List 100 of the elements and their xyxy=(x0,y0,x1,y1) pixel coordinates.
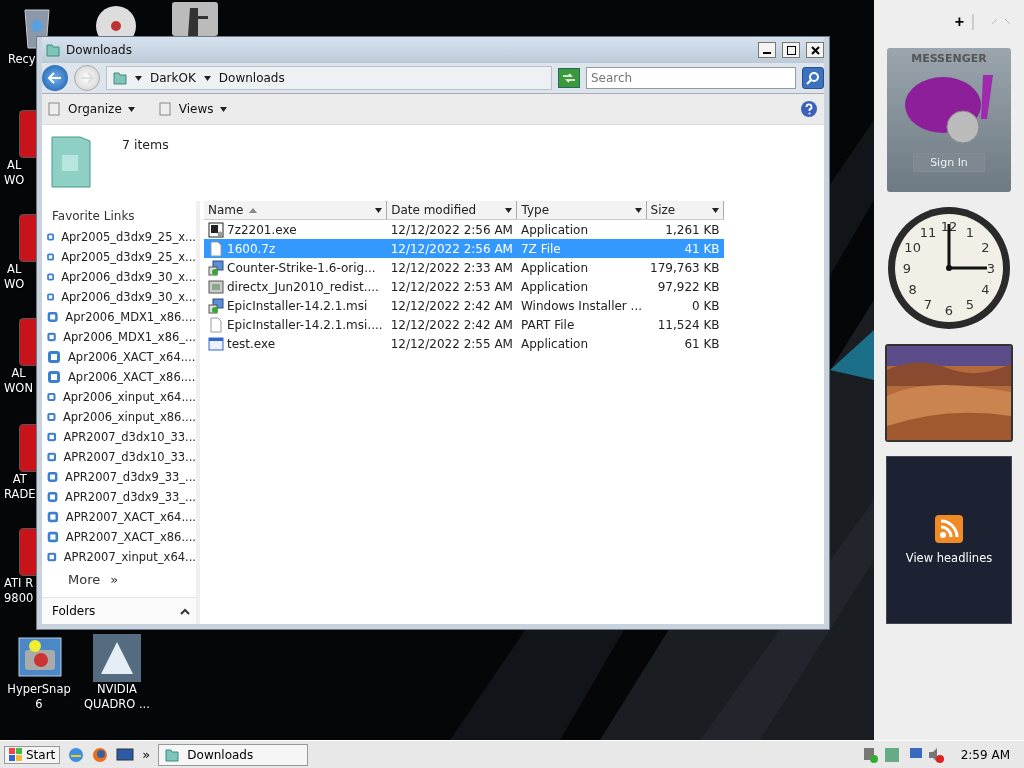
maximize-button[interactable] xyxy=(782,42,800,58)
favorite-link[interactable]: APR2007_xinput_x64... xyxy=(42,547,196,567)
start-button[interactable]: Start xyxy=(4,745,61,764)
table-cell: 12/12/2022 2:56 AM xyxy=(386,219,517,239)
favorite-link[interactable]: Apr2006_d3dx9_30_x... xyxy=(42,267,196,287)
column-header[interactable]: Date modified xyxy=(386,201,517,220)
clock-numeral: 9 xyxy=(902,261,912,276)
clock-numeral: 11 xyxy=(919,224,937,240)
table-cell-text: 11,524 KB xyxy=(656,316,721,334)
caret-icon[interactable] xyxy=(203,75,211,81)
file-icon xyxy=(208,316,224,333)
favorite-link[interactable]: APR2007_d3dx9_33_... xyxy=(42,467,196,487)
setup-package-icon xyxy=(46,529,60,545)
favorite-link[interactable]: APR2007_XACT_x86.... xyxy=(42,527,196,547)
file-name[interactable]: EpicInstaller-14.2.1.msi xyxy=(204,296,387,315)
favorite-link[interactable]: Apr2006_xinput_x64.... xyxy=(42,387,196,407)
search-field[interactable]: Search xyxy=(586,67,796,89)
clock-numeral: 6 xyxy=(944,303,954,318)
rss-icon xyxy=(935,515,963,543)
table-cell: 179,763 KB xyxy=(646,258,724,277)
help-icon[interactable] xyxy=(800,100,818,118)
caret-icon[interactable] xyxy=(505,207,513,213)
forward-arrow-icon xyxy=(80,72,94,84)
browser-icon[interactable] xyxy=(68,746,85,763)
setup-package-icon xyxy=(46,349,62,365)
favorite-link[interactable]: APR2007_d3dx9_33_... xyxy=(42,487,196,507)
favorite-link[interactable]: Apr2006_MDX1_x86.... xyxy=(42,307,196,327)
clock-numeral: 10 xyxy=(904,240,921,255)
taskbar-clock[interactable]: 2:59 AM xyxy=(950,747,1020,762)
column-header[interactable]: Type xyxy=(516,201,647,220)
back-arrow-icon xyxy=(48,72,62,84)
table-cell-text: 0 KB xyxy=(691,297,721,315)
file-name[interactable]: test.exe xyxy=(204,334,387,353)
item-count: 7 items xyxy=(122,136,169,154)
breadcrumb[interactable]: DarkOK xyxy=(150,71,196,85)
refresh-button[interactable] xyxy=(558,68,580,88)
views-button[interactable]: Views xyxy=(158,102,227,116)
file-icon xyxy=(208,240,224,257)
windows-logo-icon xyxy=(9,747,23,762)
organize-button[interactable]: Organize xyxy=(48,102,135,116)
close-button[interactable] xyxy=(806,42,824,58)
browser-icon[interactable] xyxy=(92,746,109,763)
favorite-link[interactable]: Apr2005_d3dx9_25_x... xyxy=(42,247,196,267)
favorite-link[interactable]: APR2007_XACT_x64.... xyxy=(42,507,196,527)
table-cell-text: Windows Installer ... xyxy=(519,297,644,315)
refresh-icon xyxy=(562,73,576,83)
setup-package-icon xyxy=(46,309,60,325)
icon-label: ATI R 9800 xyxy=(3,576,34,606)
chevron-icon: » xyxy=(110,571,119,587)
caret-icon[interactable] xyxy=(712,207,720,213)
favorite-link[interactable]: Apr2006_xinput_x86.... xyxy=(42,407,196,427)
file-name[interactable]: Counter-Strike-1.6-orig... xyxy=(204,258,387,277)
caret-icon[interactable] xyxy=(375,207,383,213)
table-cell-text: 12/12/2022 2:55 AM xyxy=(389,335,514,353)
table-cell: 7Z File xyxy=(516,239,647,258)
caret-icon[interactable] xyxy=(127,106,135,112)
add-gadget-button[interactable]: + xyxy=(954,13,964,31)
table-cell-text: 12/12/2022 2:42 AM xyxy=(389,297,514,315)
favorite-link[interactable]: APR2007_d3dx10_33... xyxy=(42,447,196,467)
table-cell: 12/12/2022 2:56 AM xyxy=(386,239,517,258)
chevron-icon[interactable]: » xyxy=(142,747,151,762)
file-name[interactable]: 7z2201.exe xyxy=(204,219,387,239)
folders-label: Folders xyxy=(52,604,96,618)
favorite-link[interactable]: Apr2006_MDX1_x86_... xyxy=(42,327,196,347)
favorite-link[interactable]: Apr2006_XACT_x64.... xyxy=(42,347,196,367)
view-headlines-button[interactable]: View headlines xyxy=(905,551,993,565)
file-name[interactable]: EpicInstaller-14.2.1.msi.... xyxy=(204,315,387,334)
table-cell: 1,261 KB xyxy=(646,219,724,239)
address-bar[interactable]: DarkOK Downloads xyxy=(106,66,552,90)
sort-icon xyxy=(249,207,258,213)
caret-icon[interactable] xyxy=(634,207,642,213)
search-button[interactable] xyxy=(802,67,824,89)
table-cell: Application xyxy=(516,219,647,239)
table-cell-text: 97,922 KB xyxy=(656,278,721,296)
sail-icon xyxy=(93,634,141,682)
file-name[interactable]: directx_Jun2010_redist.... xyxy=(204,277,387,296)
column-header[interactable]: Name xyxy=(204,201,387,220)
table-cell: Application xyxy=(516,258,647,277)
collapse-icon[interactable] xyxy=(180,607,190,615)
folders-bar[interactable]: Folders xyxy=(42,597,196,624)
icon-label: Recy xyxy=(7,52,36,67)
favorite-link[interactable]: Apr2006_XACT_x86.... xyxy=(42,367,196,387)
favorite-link[interactable]: Apr2005_d3dx9_25_x... xyxy=(42,227,196,247)
table-cell-text: 61 KB xyxy=(683,335,721,353)
caret-icon[interactable] xyxy=(219,106,227,112)
network-volume-icons[interactable] xyxy=(908,745,945,764)
minimize-button[interactable] xyxy=(758,42,776,58)
clock-numeral: 1 xyxy=(965,224,975,240)
more-link[interactable]: More xyxy=(68,571,101,587)
table-cell-text: PART File xyxy=(519,316,576,334)
icon-label: AT RADE xyxy=(3,472,36,502)
desktop-icon[interactable] xyxy=(116,746,135,763)
favorite-link[interactable]: Apr2006_d3dx9_30_x... xyxy=(42,287,196,307)
caret-icon[interactable] xyxy=(135,75,142,81)
table-cell-text: Application xyxy=(519,278,590,296)
column-header[interactable]: Size xyxy=(646,201,724,220)
back-button[interactable] xyxy=(42,65,68,91)
breadcrumb[interactable]: Downloads xyxy=(218,71,285,85)
taskbar-button[interactable]: Downloads xyxy=(158,743,309,766)
favorite-link[interactable]: APR2007_d3dx10_33... xyxy=(42,427,196,447)
